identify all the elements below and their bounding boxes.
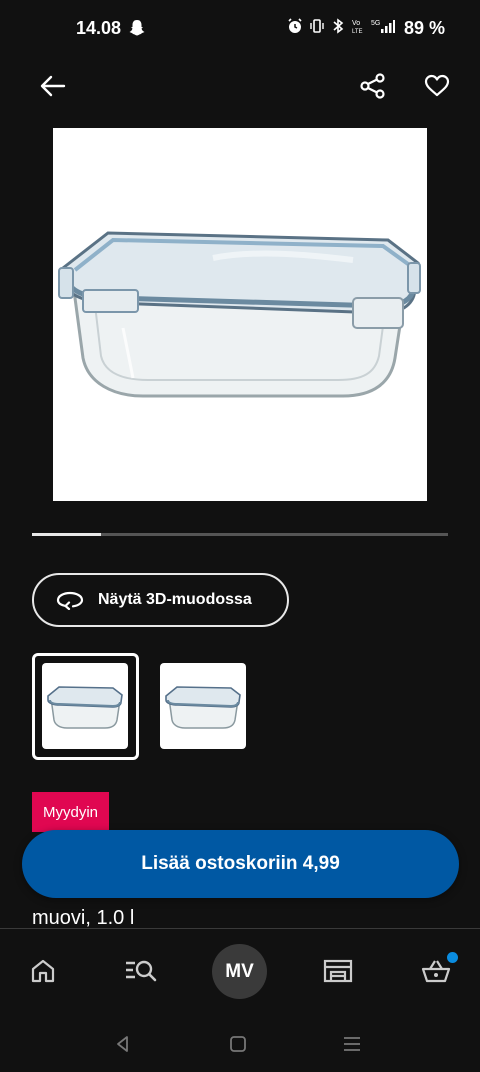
volte-icon: Vo LTE [352,20,363,34]
svg-text:5G: 5G [371,20,380,27]
favorite-button[interactable] [417,66,457,106]
status-icons: Vo LTE 5G [287,18,395,34]
bluetooth-icon [333,18,344,34]
heart-icon [424,74,450,97]
carousel-progress-indicator [32,533,102,536]
system-home-icon [230,1036,246,1052]
top-bar [0,56,480,116]
search-icon [126,960,157,982]
product-subtitle: muovi, 1.0 l [32,907,135,929]
bestseller-badge: Myydyin [32,792,110,832]
share-icon [360,73,385,99]
add-to-cart-button[interactable]: Lisää ostoskoriin 4,99 [22,830,459,898]
view-3d-label: Näytä 3D-muodossa [98,591,252,608]
status-time: 14.08 [76,18,122,38]
cart-notification-dot [447,952,458,963]
glass-container-image [58,231,421,398]
rotate-3d-icon [56,591,84,610]
bottom-nav: MV [0,928,480,1016]
share-button[interactable] [353,66,393,106]
nav-home[interactable] [15,943,71,999]
back-arrow-icon [40,75,66,97]
view-3d-button[interactable]: Näytä 3D-muodossa [32,573,289,627]
svg-text:LTE: LTE [352,29,363,34]
svg-text:Vo: Vo [352,20,360,27]
home-icon [31,959,55,983]
system-recents-button[interactable] [340,1032,364,1056]
system-home-button[interactable] [226,1032,250,1056]
battery-level: 89 % [404,18,446,38]
vibrate-icon [310,19,324,33]
alarm-icon [288,18,302,33]
nav-search[interactable] [113,943,169,999]
system-nav-bar [0,1016,480,1072]
thumbnail-2[interactable] [160,663,246,749]
product-image[interactable] [53,128,427,501]
store-icon [323,959,353,983]
status-bar: 14.08 Vo LTE 5G 89 % [0,0,480,56]
system-back-button[interactable] [111,1032,135,1056]
carousel-progress-track [32,533,448,536]
system-back-icon [117,1036,128,1052]
back-button[interactable] [33,66,73,106]
nav-store[interactable] [310,943,366,999]
signal-5g-icon: 5G [371,20,395,33]
thumbnail-1[interactable] [42,663,128,749]
thumbnail-container-image [47,686,123,729]
thumbnail-container-image [165,686,241,729]
cart-icon [421,960,451,983]
snapchat-ghost-icon [129,20,145,36]
system-recents-icon [344,1037,360,1051]
nav-account-avatar[interactable]: MV [212,944,267,999]
nav-cart[interactable] [408,943,464,999]
